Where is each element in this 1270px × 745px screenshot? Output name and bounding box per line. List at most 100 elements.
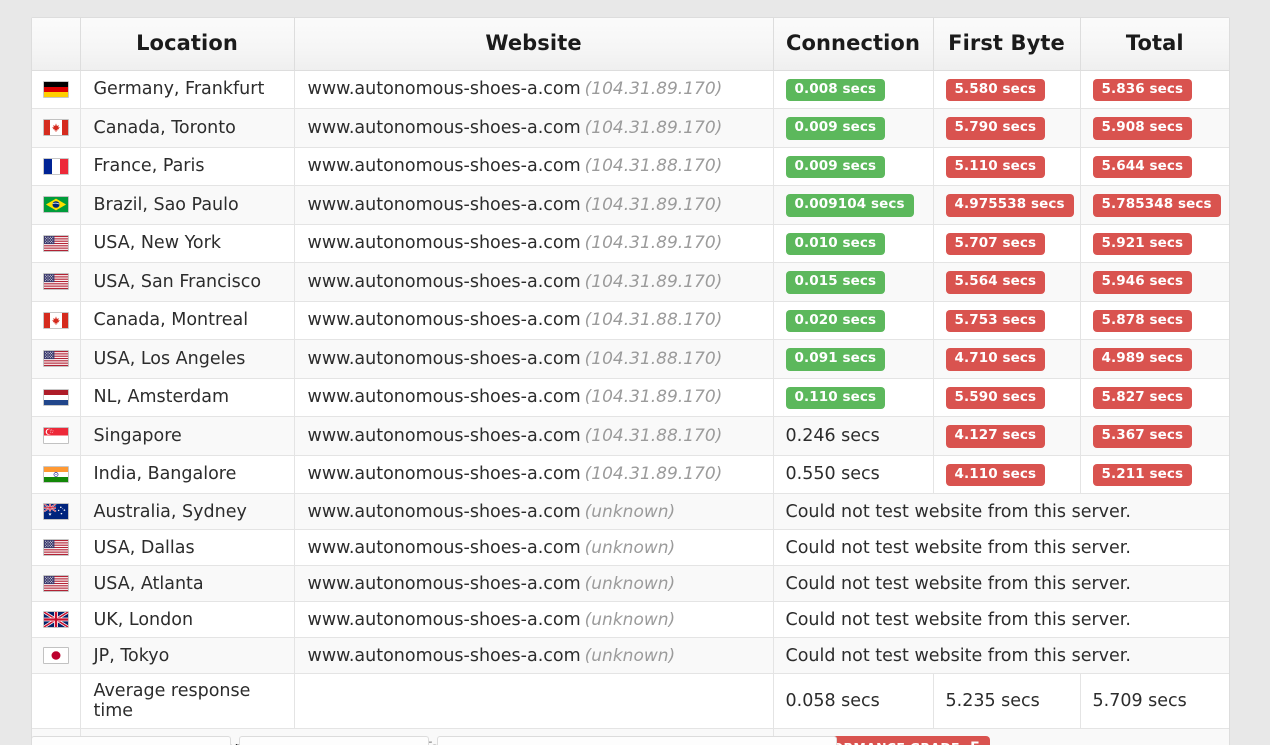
connection-value: 0.550 secs bbox=[785, 464, 880, 485]
table-header-row: Location Website Connection First Byte T… bbox=[32, 18, 1229, 71]
table-row[interactable]: France, Paris www.autonomous-shoes-a.com(… bbox=[32, 146, 1229, 186]
row-total: 5.785348 secs bbox=[1080, 185, 1229, 225]
usa-flag-icon bbox=[42, 539, 69, 557]
row-website-ip: (104.31.89.170) bbox=[584, 387, 723, 408]
france-flag-icon bbox=[42, 157, 69, 175]
connection-badge: 0.009 secs bbox=[785, 155, 886, 179]
row-website: www.autonomous-shoes-a.com (unknown) bbox=[294, 601, 774, 638]
total-badge: 5.785348 secs bbox=[1092, 194, 1221, 217]
row-flag-cell bbox=[32, 300, 81, 340]
row-website-ip: (104.31.89.170) bbox=[584, 233, 723, 254]
average-label: Average response time bbox=[80, 673, 295, 729]
table-row[interactable]: Singapore www.autonomous-shoes-a.com (104.… bbox=[32, 416, 1229, 456]
row-location: Canada, Montreal bbox=[80, 300, 295, 340]
row-flag-cell bbox=[32, 69, 81, 109]
total-badge: 5.836 secs bbox=[1092, 78, 1193, 102]
results-table: Location Website Connection First Byte T… bbox=[32, 18, 1229, 745]
total-badge: 5.827 secs bbox=[1092, 386, 1193, 410]
average-connection: 0.058 secs bbox=[773, 673, 934, 729]
row-flag-cell bbox=[32, 565, 81, 602]
table-body: Germany, Frankfurt www.autonomous-shoes-a… bbox=[32, 69, 1229, 745]
row-website-ip: (104.31.89.170) bbox=[584, 117, 723, 138]
table-row[interactable]: Australia, Sydney www.autonomous-shoes-a.… bbox=[32, 493, 1229, 530]
netherlands-flag-icon bbox=[42, 388, 69, 406]
row-website: www.autonomous-shoes-a.com (104.31.88.170… bbox=[294, 339, 774, 379]
row-flag-cell bbox=[32, 601, 81, 638]
table-row[interactable]: NL, Amsterdam www.autonomous-shoes-a.com(… bbox=[32, 377, 1229, 417]
row-error-message: Could not test website from this server. bbox=[773, 601, 1229, 638]
table-row[interactable]: USA, Atlanta www.autonomous-shoes-a.com (u… bbox=[32, 565, 1229, 602]
row-location: USA, Dallas bbox=[80, 529, 295, 566]
row-flag-cell bbox=[32, 262, 81, 302]
table-row[interactable]: JP, Tokyo www.autonomous-shoes-a.com (unkn… bbox=[32, 637, 1229, 674]
row-total: 5.921 secs bbox=[1080, 223, 1229, 263]
row-first-byte: 5.580 secs bbox=[933, 69, 1081, 109]
connection-badge: 0.010 secs bbox=[785, 232, 886, 256]
row-flag-cell bbox=[32, 493, 81, 530]
row-flag-cell bbox=[32, 637, 81, 674]
table-row[interactable]: Canada, Toronto www.autonomous-shoes-a.co… bbox=[32, 108, 1229, 148]
row-website-ip: (104.31.89.170) bbox=[584, 194, 723, 215]
table-row[interactable]: USA, San Francisco www.autonomous-shoes-a… bbox=[32, 262, 1229, 302]
table-row[interactable]: USA, Dallas www.autonomous-shoes-a.com (un… bbox=[32, 529, 1229, 566]
row-website-ip: (unknown) bbox=[584, 609, 676, 630]
row-connection: 0.550 secs bbox=[773, 454, 934, 494]
total-badge: 4.989 secs bbox=[1092, 348, 1193, 371]
total-badge: 5.211 secs bbox=[1092, 463, 1193, 487]
row-error-message: Could not test website from this server. bbox=[773, 565, 1229, 602]
connection-badge: 0.009 secs bbox=[785, 117, 886, 140]
row-website: www.autonomous-shoes-a.com (104.31.88.170… bbox=[294, 416, 774, 456]
bottom-panel-2 bbox=[239, 736, 429, 745]
row-error-message: Could not test website from this server. bbox=[773, 529, 1229, 566]
australia-flag-icon bbox=[42, 503, 69, 521]
table-row[interactable]: USA, New York www.autonomous-shoes-a.com(… bbox=[32, 223, 1229, 263]
row-website-ip: (104.31.88.170) bbox=[584, 425, 723, 446]
usa-flag-icon bbox=[42, 234, 69, 252]
first-byte-badge: 4.975538 secs bbox=[945, 194, 1074, 217]
row-first-byte: 5.753 secs bbox=[933, 300, 1081, 340]
row-total: 5.827 secs bbox=[1080, 377, 1229, 417]
table-row[interactable]: India, Bangalore www.autonomous-shoes-a.c… bbox=[32, 454, 1229, 494]
total-badge: 5.367 secs bbox=[1092, 425, 1193, 448]
row-connection: 0.010 secs bbox=[773, 223, 934, 263]
row-total: 5.367 secs bbox=[1080, 416, 1229, 456]
first-byte-badge: 4.110 secs bbox=[945, 463, 1046, 487]
average-website-spacer bbox=[294, 673, 774, 729]
row-total: 5.644 secs bbox=[1080, 146, 1229, 186]
row-location: NL, Amsterdam bbox=[80, 377, 295, 417]
total-badge: 5.878 secs bbox=[1092, 309, 1193, 333]
row-first-byte: 5.110 secs bbox=[933, 146, 1081, 186]
row-website: www.autonomous-shoes-a.com (unknown) bbox=[294, 637, 774, 674]
table-row[interactable]: Brazil, Sao Paulo www.autonomous-shoes-a.… bbox=[32, 185, 1229, 225]
table-row[interactable]: Canada, Montreal www.autonomous-shoes-a.c… bbox=[32, 300, 1229, 340]
row-connection: 0.009 secs bbox=[773, 146, 934, 186]
row-website: www.autonomous-shoes-a.com (104.31.88.170… bbox=[294, 300, 774, 340]
row-location: France, Paris bbox=[80, 146, 295, 186]
table-row[interactable]: USA, Los Angeles www.autonomous-shoes-a.c… bbox=[32, 339, 1229, 379]
table-row[interactable]: UK, London www.autonomous-shoes-a.com (unk… bbox=[32, 601, 1229, 638]
first-byte-badge: 5.580 secs bbox=[945, 78, 1046, 102]
row-website: www.autonomous-shoes-a.com (104.31.89.170… bbox=[294, 108, 774, 148]
usa-flag-icon bbox=[42, 350, 69, 368]
first-byte-badge: 5.110 secs bbox=[945, 155, 1046, 179]
column-header-location: Location bbox=[80, 18, 295, 71]
row-flag-cell bbox=[32, 339, 81, 379]
column-header-first-byte: First Byte bbox=[933, 18, 1081, 71]
table-row[interactable]: Germany, Frankfurt www.autonomous-shoes-a… bbox=[32, 69, 1229, 109]
india-flag-icon bbox=[42, 465, 69, 483]
row-connection: 0.009104 secs bbox=[773, 185, 934, 225]
row-website: www.autonomous-shoes-a.com (unknown) bbox=[294, 493, 774, 530]
first-byte-badge: 4.127 secs bbox=[945, 425, 1046, 448]
row-connection: 0.008 secs bbox=[773, 69, 934, 109]
canada-flag-icon bbox=[42, 311, 69, 329]
connection-badge: 0.020 secs bbox=[785, 309, 886, 333]
row-website-ip: (104.31.89.170) bbox=[584, 271, 723, 292]
row-total: 5.908 secs bbox=[1080, 108, 1229, 148]
bottom-panels-peek bbox=[31, 736, 1230, 745]
row-location: UK, London bbox=[80, 601, 295, 638]
row-location: Brazil, Sao Paulo bbox=[80, 185, 295, 225]
row-location: USA, Los Angeles bbox=[80, 339, 295, 379]
brazil-flag-icon bbox=[42, 196, 69, 214]
row-website-ip: (104.31.88.170) bbox=[584, 156, 723, 177]
row-flag-cell bbox=[32, 529, 81, 566]
